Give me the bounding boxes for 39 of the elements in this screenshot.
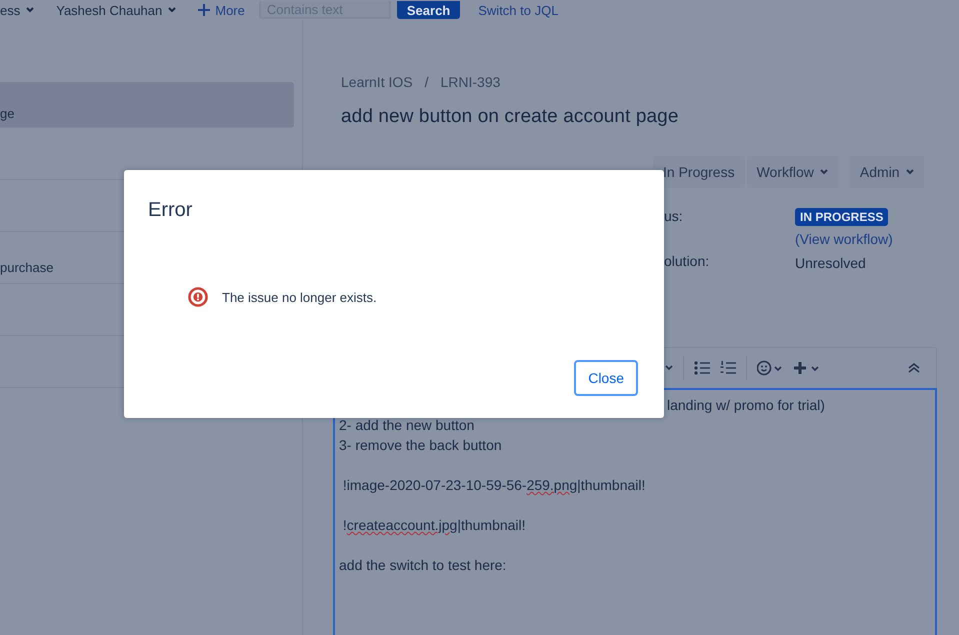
- text-line: !createaccount.jpg|thumbnail!: [342, 516, 526, 535]
- text-line: landing w/ promo for trial): [667, 396, 825, 415]
- text-line: 3- remove the back button: [339, 436, 502, 455]
- status-badge: IN PROGRESS: [795, 208, 888, 226]
- search-button[interactable]: Search: [396, 1, 460, 19]
- plus-icon[interactable]: [793, 360, 821, 376]
- dialog-title: Error: [148, 198, 194, 222]
- more-button[interactable]: More: [198, 2, 245, 18]
- admin-button[interactable]: Admin: [850, 156, 924, 188]
- text-line: add the switch to test here:: [339, 556, 506, 575]
- breadcrumb-link[interactable]: LRNI-393: [440, 74, 500, 90]
- breadcrumb-link[interactable]: LearnIt IOS: [341, 74, 413, 90]
- list-item[interactable]: ge: [0, 82, 294, 128]
- text-line: !image-2020-07-23-10-59-56-259.png|thumbnail!: [342, 476, 646, 495]
- caret-icon: [26, 7, 34, 13]
- workflow-button[interactable]: Workflow: [746, 156, 838, 188]
- view-workflow-link[interactable]: (View workflow): [795, 229, 893, 249]
- error-icon: [188, 287, 208, 307]
- caret-icon: [906, 169, 914, 175]
- transition-button[interactable]: In Progress: [653, 156, 745, 188]
- bullet-list-icon[interactable]: [694, 361, 710, 375]
- caret-icon: [820, 169, 828, 175]
- caret-icon: [168, 7, 176, 13]
- field-label: olution:: [664, 253, 710, 269]
- collapse-icon[interactable]: [908, 363, 920, 373]
- caret-icon[interactable]: [665, 365, 673, 371]
- filter-dropdown[interactable]: Yashesh Chauhan: [56, 2, 176, 18]
- numbered-list-icon[interactable]: [720, 361, 736, 375]
- field-value: Unresolved: [795, 254, 866, 273]
- switch-to-jql-link[interactable]: Switch to JQL: [478, 2, 558, 18]
- emoji-icon[interactable]: [757, 360, 783, 376]
- text-line: 2- add the new button: [339, 416, 474, 435]
- close-button[interactable]: Close: [574, 360, 638, 396]
- filter-dropdown[interactable]: ess: [0, 2, 34, 18]
- error-message: The issue no longer exists.: [222, 290, 377, 304]
- field-label: us:: [664, 208, 684, 224]
- plus-icon: [198, 4, 210, 16]
- breadcrumb-separator: /: [424, 74, 428, 90]
- issue-title: add new button on create account page: [341, 106, 680, 129]
